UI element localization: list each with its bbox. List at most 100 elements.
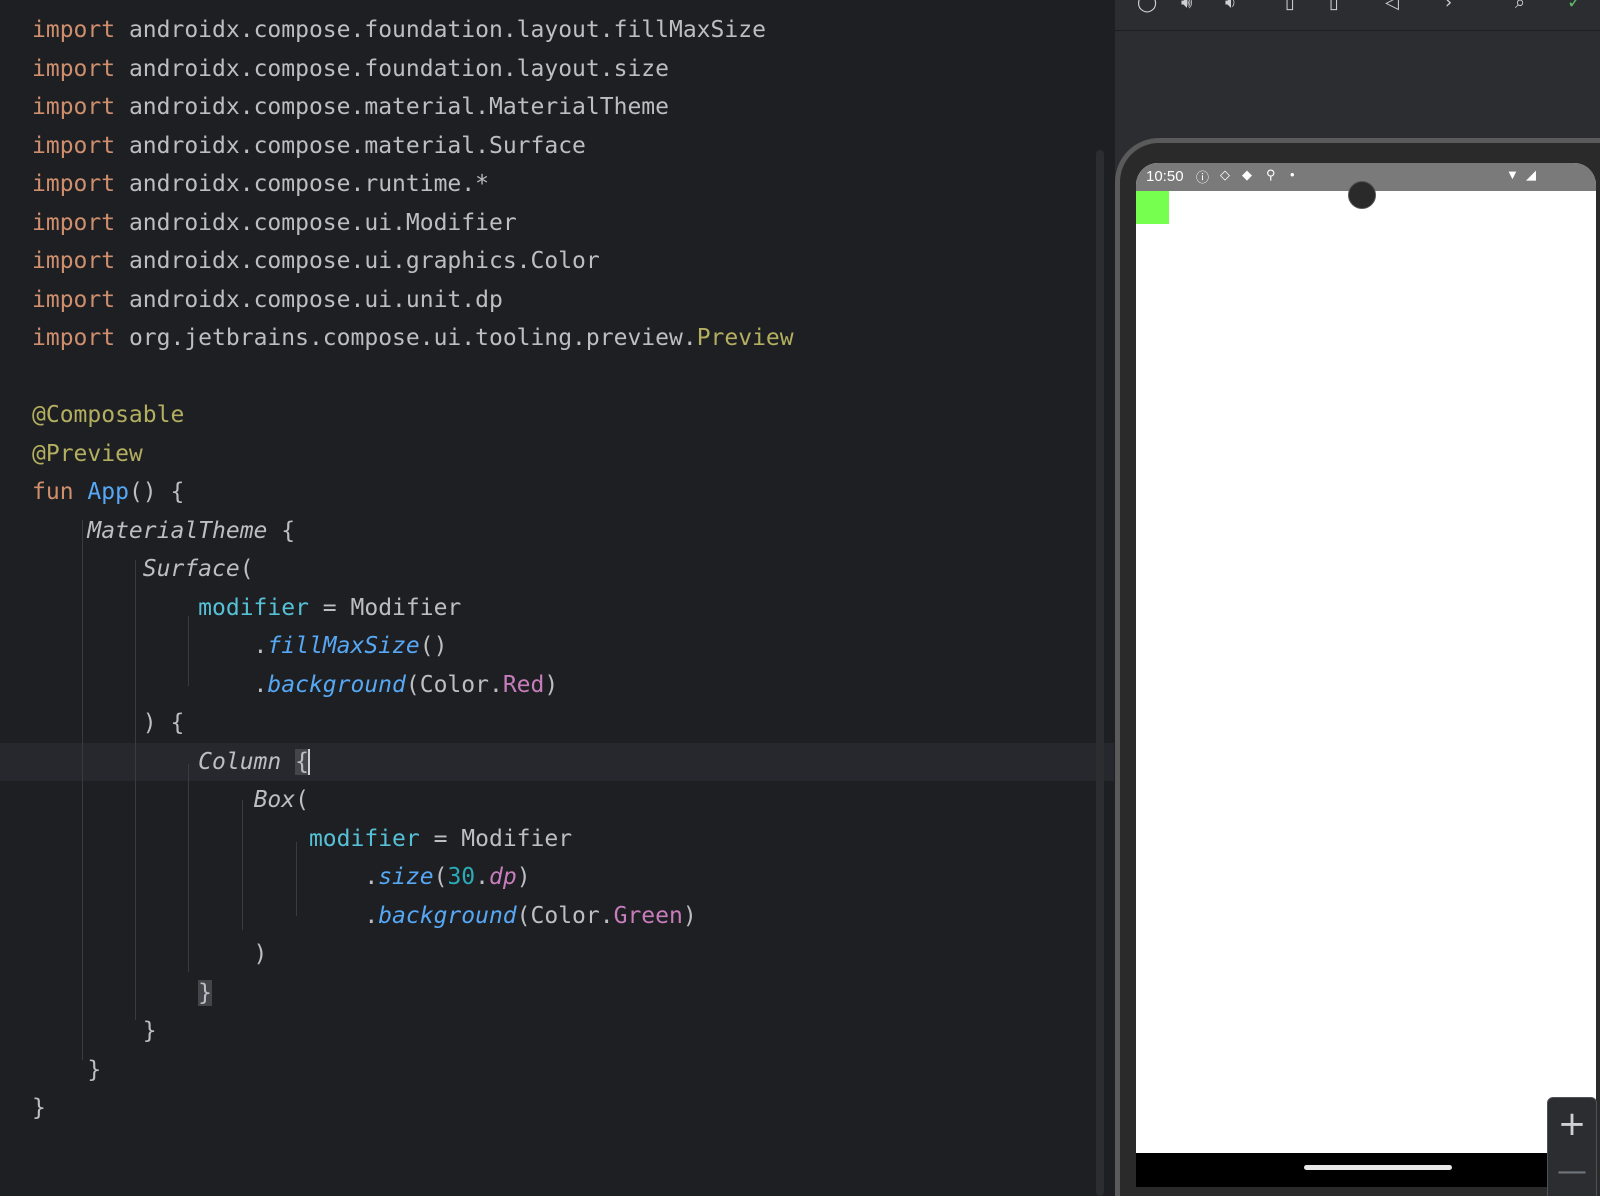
power-icon[interactable]: ◯ <box>1137 0 1157 14</box>
code-line[interactable]: ) <box>32 935 794 974</box>
code-line[interactable]: import androidx.compose.ui.Modifier <box>32 204 794 243</box>
dot-icon: • <box>1290 167 1295 182</box>
check-icon[interactable]: ✓ <box>1567 0 1582 14</box>
code-line[interactable]: MaterialTheme { <box>32 512 794 551</box>
code-token: fun <box>32 479 74 505</box>
phone-screen[interactable]: 10:50 ⓘ ◇ ◆ ⚲ • ▼ ◢ <box>1136 163 1596 1153</box>
zoom-in-button[interactable]: + <box>1548 1104 1596 1144</box>
code-token: ) { <box>32 710 185 736</box>
code-token: Column <box>198 748 282 775</box>
code-line[interactable]: @Preview <box>32 435 794 474</box>
code-token: import <box>32 94 116 120</box>
emulator-panel: ◯ 🔊︎ 🔉︎ ▯ ▯ ◁ › ⌕ ✓ 10:50 ⓘ ◇ ◆ ⚲ • ▼ ◢ <box>1114 0 1600 1196</box>
code-token: () { <box>128 479 185 505</box>
code-line[interactable]: modifier = Modifier <box>32 820 794 859</box>
code-token: Modifier <box>350 594 462 621</box>
code-line[interactable]: modifier = Modifier <box>32 589 794 628</box>
camera-cutout <box>1348 181 1376 209</box>
code-line[interactable] <box>32 358 794 397</box>
code-token: androidx.compose.ui.graphics.Color <box>115 248 600 274</box>
zoom-out-button[interactable]: — <box>1548 1152 1596 1192</box>
rotate-right-icon[interactable]: ▯ <box>1329 0 1339 14</box>
code-token: . <box>475 864 489 890</box>
rotate-left-icon[interactable]: ▯ <box>1285 0 1295 14</box>
code-line[interactable]: .fillMaxSize() <box>32 627 794 666</box>
home-indicator[interactable] <box>1304 1165 1452 1170</box>
code-token: . <box>32 902 379 929</box>
forward-icon[interactable]: › <box>1445 0 1452 14</box>
code-token: Red <box>502 671 545 698</box>
code-token: Green <box>613 902 683 929</box>
code-token: androidx.compose.ui.Modifier <box>115 209 517 236</box>
code-lines[interactable]: import androidx.compose.foundation.layou… <box>32 11 794 1128</box>
emulator-toolbar: ◯ 🔊︎ 🔉︎ ▯ ▯ ◁ › ⌕ ✓ <box>1115 0 1600 31</box>
code-token: } <box>32 1095 46 1121</box>
code-token: modifier <box>198 594 309 621</box>
zoom-icon[interactable]: ⌕ <box>1515 0 1525 14</box>
code-token: androidx.compose.runtime.* <box>115 171 489 197</box>
code-editor[interactable]: import androidx.compose.foundation.layou… <box>0 0 1114 1196</box>
code-line[interactable]: import androidx.compose.foundation.layou… <box>32 11 794 50</box>
code-token: ( <box>433 864 448 890</box>
code-line[interactable]: @Composable <box>32 396 794 435</box>
code-line[interactable]: .background(Color.Green) <box>32 897 794 936</box>
code-token: } <box>32 1018 157 1044</box>
code-token: modifier <box>308 825 420 852</box>
code-token: { <box>267 517 296 544</box>
code-token: import <box>32 132 116 159</box>
code-line[interactable]: Column { <box>32 743 794 782</box>
code-line[interactable]: import androidx.compose.foundation.layou… <box>32 50 794 89</box>
code-token: @Composable <box>32 402 185 428</box>
code-token: . <box>32 864 379 890</box>
code-line[interactable]: import org.jetbrains.compose.ui.tooling.… <box>32 319 794 358</box>
code-line[interactable]: import androidx.compose.material.Surface <box>32 127 794 166</box>
code-token: Preview <box>696 325 794 351</box>
code-token: ) <box>682 902 697 929</box>
code-token: } <box>32 1056 102 1083</box>
code-line[interactable]: import androidx.compose.ui.graphics.Colo… <box>32 242 794 281</box>
code-line[interactable]: } <box>32 1089 794 1128</box>
code-line[interactable]: } <box>32 1012 794 1051</box>
code-token: androidx.compose.ui.unit.dp <box>115 286 503 313</box>
code-line[interactable]: } <box>32 1051 794 1090</box>
code-token: ) <box>544 671 559 698</box>
code-line[interactable]: fun App() { <box>32 473 794 512</box>
code-token: import <box>32 171 116 197</box>
code-line[interactable]: .size(30.dp) <box>32 858 794 897</box>
code-token: Box <box>253 787 296 813</box>
volume-down-icon[interactable]: 🔉︎ <box>1225 0 1236 14</box>
back-icon[interactable]: ◁ <box>1385 0 1399 14</box>
code-token: org.jetbrains.compose.ui.tooling.preview… <box>115 325 697 351</box>
code-line[interactable]: import androidx.compose.runtime.* <box>32 165 794 204</box>
editor-scrollbar[interactable] <box>1096 150 1104 1196</box>
code-line[interactable]: } <box>32 974 794 1013</box>
zoom-controls: + — <box>1547 1097 1597 1196</box>
text-caret <box>307 749 310 775</box>
code-token: import <box>32 248 116 274</box>
code-line[interactable]: Box( <box>32 781 794 820</box>
code-token: import <box>32 55 116 82</box>
mic-icon: ⚲ <box>1266 167 1276 182</box>
code-line[interactable]: ) { <box>32 704 794 743</box>
code-token: dp <box>489 864 517 890</box>
volume-up-icon[interactable]: 🔊︎ <box>1181 0 1192 14</box>
code-token: = <box>419 825 462 852</box>
code-token: import <box>32 325 116 351</box>
code-token: (Color. <box>516 902 614 929</box>
code-line[interactable]: .background(Color.Red) <box>32 666 794 705</box>
code-token: background <box>378 902 517 929</box>
navigation-bar <box>1136 1153 1596 1187</box>
code-line[interactable]: Surface( <box>32 550 794 589</box>
code-token: background <box>267 671 406 698</box>
wifi-icon: ▼ <box>1506 167 1519 182</box>
code-token: androidx.compose.material.MaterialTheme <box>115 94 669 120</box>
code-token: androidx.compose.foundation.layout.size <box>115 55 669 82</box>
shield-filled-icon: ◆ <box>1242 167 1252 182</box>
shield-icon: ◇ <box>1220 167 1230 182</box>
code-line[interactable]: import androidx.compose.material.Materia… <box>32 88 794 127</box>
code-line[interactable]: import androidx.compose.ui.unit.dp <box>32 281 794 320</box>
